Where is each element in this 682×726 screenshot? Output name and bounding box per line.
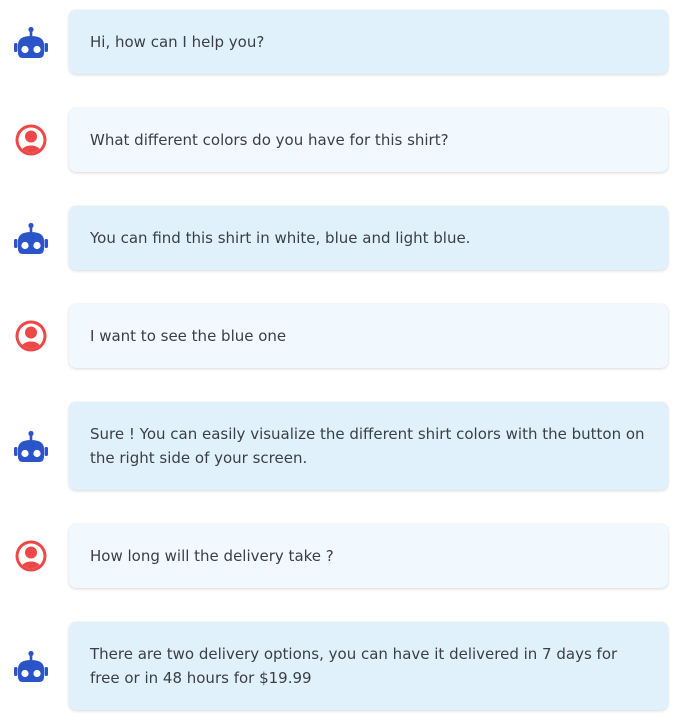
message-text: How long will the delivery take ?	[90, 547, 334, 565]
message-text: Sure ! You can easily visualize the diff…	[90, 425, 645, 467]
message-text: What different colors do you have for th…	[90, 131, 449, 149]
message-text: Hi, how can I help you?	[90, 33, 265, 51]
bot-message-bubble: There are two delivery options, you can …	[69, 622, 668, 710]
robot-icon	[13, 649, 49, 685]
user-message-bubble: What different colors do you have for th…	[69, 108, 668, 172]
user-message-bubble: How long will the delivery take ?	[69, 524, 668, 588]
robot-icon	[13, 429, 49, 465]
chat-conversation: Hi, how can I help you? What different c…	[0, 0, 682, 726]
bot-message-bubble: Sure ! You can easily visualize the diff…	[69, 402, 668, 490]
user-icon	[13, 318, 49, 354]
user-icon	[13, 122, 49, 158]
message-text: You can find this shirt in white, blue a…	[90, 229, 471, 247]
bot-message-bubble: Hi, how can I help you?	[69, 10, 668, 74]
user-icon	[13, 538, 49, 574]
user-message-bubble: I want to see the blue one	[69, 304, 668, 368]
message-text: I want to see the blue one	[90, 327, 287, 345]
robot-icon	[13, 25, 49, 61]
message-text: There are two delivery options, you can …	[90, 645, 618, 687]
robot-icon	[13, 221, 49, 257]
bot-message-bubble: You can find this shirt in white, blue a…	[69, 206, 668, 270]
